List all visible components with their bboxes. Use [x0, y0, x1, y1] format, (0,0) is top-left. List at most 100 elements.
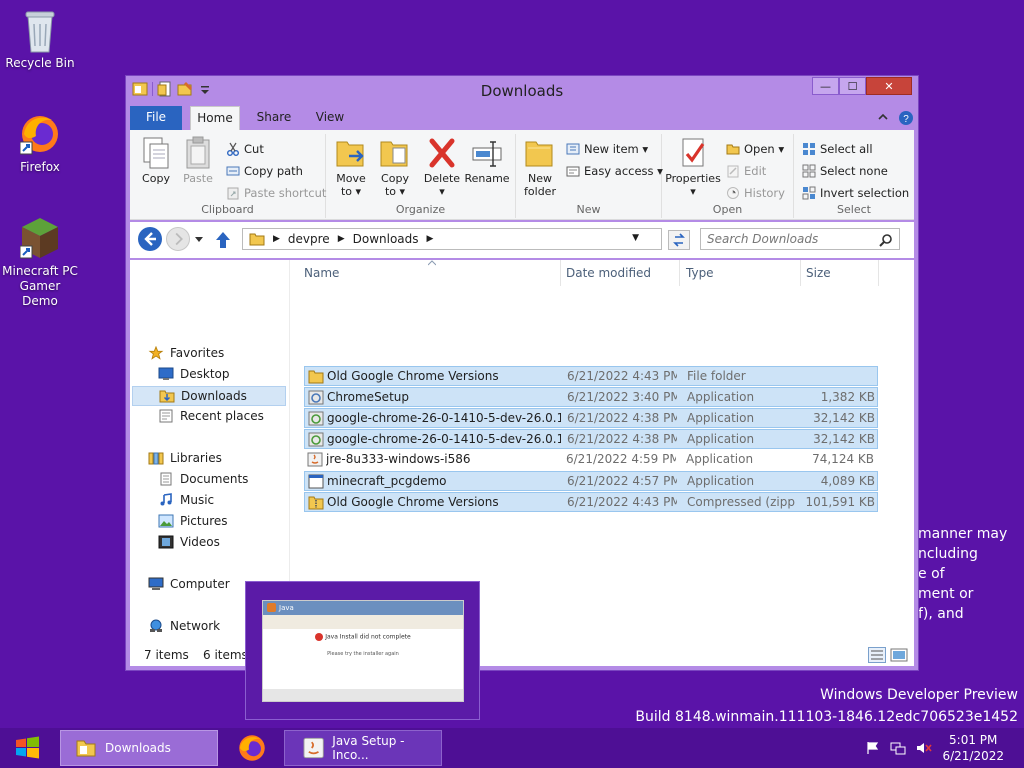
rename-icon [471, 136, 503, 170]
column-date-modified[interactable]: Date modified [566, 266, 651, 280]
file-row[interactable]: ChromeSetup 6/21/2022 3:40 PM Applicatio… [304, 387, 878, 407]
cut-button[interactable]: Cut [226, 142, 264, 156]
recent-places-icon [159, 409, 173, 423]
move-to-button[interactable]: Move to ▾ [330, 136, 372, 198]
column-size[interactable]: Size [806, 266, 831, 280]
minecraft-icon [19, 216, 60, 260]
file-type: Application [686, 452, 754, 466]
copy-to-button[interactable]: Copy to ▾ [374, 136, 416, 198]
nav-favorites-header[interactable]: Favorites [148, 346, 224, 360]
start-button[interactable] [0, 728, 54, 768]
file-row[interactable]: google-chrome-26-0-1410-5-dev-26.0.14...… [304, 408, 878, 428]
breadcrumb-separator-icon: ▶ [273, 234, 280, 244]
nav-libraries[interactable]: Libraries [148, 451, 222, 465]
star-icon [148, 346, 164, 360]
taskbar-item-firefox[interactable] [226, 730, 278, 766]
breadcrumb-devpre[interactable]: devpre [288, 232, 330, 246]
new-item-button[interactable]: New item ▾ [566, 142, 648, 156]
address-dropdown-icon[interactable]: ▼ [632, 233, 639, 243]
desktop-icon-firefox[interactable]: Firefox [0, 112, 80, 175]
file-row[interactable]: Old Google Chrome Versions 6/21/2022 4:4… [304, 366, 878, 386]
recent-locations-icon[interactable] [194, 234, 204, 244]
nav-network[interactable]: Network [148, 619, 220, 633]
window-title: Downloads [480, 82, 564, 100]
details-view-icon[interactable] [868, 647, 886, 663]
desktop-icon-minecraft[interactable]: Minecraft PC Gamer Demo [0, 216, 80, 309]
delete-button[interactable]: Delete ▾ [422, 136, 462, 198]
breadcrumb-separator-icon: ▶ [426, 234, 434, 244]
file-row[interactable]: minecraft_pcgdemo 6/21/2022 4:57 PM Appl… [304, 471, 878, 491]
nav-documents[interactable]: Documents [158, 472, 248, 486]
edit-icon [727, 165, 739, 178]
nav-downloads[interactable]: Downloads [132, 386, 286, 406]
help-icon[interactable]: ? [898, 110, 914, 126]
action-center-flag-icon[interactable] [866, 741, 880, 755]
address-bar[interactable]: ▶ devpre ▶ Downloads ▶ ▼ [242, 228, 662, 250]
tab-share[interactable]: Share [254, 106, 294, 130]
large-icons-view-icon[interactable] [890, 647, 908, 663]
svg-text:?: ? [903, 114, 909, 125]
tab-file[interactable]: File [130, 106, 182, 130]
taskbar-item-java-setup[interactable]: Java Setup - Inco... [284, 730, 442, 766]
application-icon [308, 474, 324, 489]
nav-recent-places[interactable]: Recent places [158, 409, 264, 423]
forward-button[interactable] [166, 227, 190, 251]
refresh-icon[interactable] [668, 230, 690, 250]
breadcrumb-downloads[interactable]: Downloads [353, 232, 419, 246]
back-button[interactable] [138, 227, 162, 251]
folder-icon [308, 370, 324, 384]
file-row[interactable]: Old Google Chrome Versions 6/21/2022 4:4… [304, 492, 878, 512]
copy-path-button[interactable]: Copy path [226, 164, 303, 178]
installer-icon [308, 411, 324, 426]
properties-button[interactable]: Properties ▾ [664, 136, 722, 198]
easy-access-button[interactable]: Easy access ▾ [566, 164, 663, 178]
search-input[interactable]: Search Downloads [700, 228, 900, 250]
select-none-button[interactable]: Select none [802, 164, 888, 178]
nav-computer[interactable]: Computer [148, 577, 230, 591]
clock[interactable]: 5:01 PM 6/21/2022 [942, 732, 1004, 764]
open-button[interactable]: Open ▾ [726, 142, 784, 156]
rename-button[interactable]: Rename [464, 136, 510, 185]
new-folder-button[interactable]: New folder [520, 136, 560, 198]
close-button[interactable]: ✕ [866, 77, 912, 95]
tab-home[interactable]: Home [190, 106, 240, 130]
breadcrumb-separator-icon: ▶ [337, 234, 345, 244]
paste-shortcut-icon [227, 187, 239, 200]
up-arrow-icon[interactable] [214, 230, 232, 250]
nav-pictures[interactable]: Pictures [158, 514, 228, 528]
desktop-icon-recycle-bin[interactable]: Recycle Bin [0, 8, 80, 71]
column-type[interactable]: Type [686, 266, 714, 280]
edit-button[interactable]: Edit [726, 164, 766, 178]
maximize-button[interactable]: ☐ [839, 77, 866, 95]
file-date: 6/21/2022 4:57 PM [567, 474, 677, 488]
paste-button[interactable]: Paste [178, 136, 218, 185]
volume-muted-icon[interactable] [916, 741, 933, 755]
file-row[interactable]: jre-8u333-windows-i586 6/21/2022 4:59 PM… [304, 450, 878, 470]
minimize-button[interactable]: — [812, 77, 839, 95]
search-icon[interactable] [879, 233, 893, 247]
file-row[interactable]: google-chrome-26-0-1410-5-dev-26.0.14...… [304, 429, 878, 449]
network-tray-icon[interactable] [890, 741, 906, 755]
firefox-taskbar-icon [239, 735, 265, 761]
history-button[interactable]: History [726, 186, 785, 200]
forward-arrow-icon [175, 232, 183, 246]
nav-desktop[interactable]: Desktop [158, 367, 230, 381]
nav-videos[interactable]: Videos [158, 535, 220, 549]
file-name: Old Google Chrome Versions [327, 495, 499, 509]
taskbar-item-downloads[interactable]: Downloads [60, 730, 218, 766]
copy-button[interactable]: Copy [136, 136, 176, 185]
java-taskbar-icon [303, 737, 324, 759]
paste-shortcut-button[interactable]: Paste shortcut [226, 186, 326, 200]
tab-view[interactable]: View [310, 106, 350, 130]
select-all-button[interactable]: Select all [802, 142, 873, 156]
invert-selection-button[interactable]: Invert selection [802, 186, 909, 200]
taskbar-thumbnail-preview[interactable]: Java Java Install did not complete Pleas… [245, 581, 480, 720]
title-bar[interactable]: Downloads — ☐ ✕ [126, 76, 918, 104]
file-size: 101,591 KB [805, 495, 875, 509]
computer-icon [148, 577, 164, 590]
nav-music[interactable]: Music [158, 493, 214, 507]
ribbon-tabs: File Home Share View ? [130, 106, 914, 130]
scissors-icon [227, 142, 239, 156]
column-name[interactable]: Name [304, 266, 339, 280]
collapse-ribbon-icon[interactable] [876, 110, 890, 124]
